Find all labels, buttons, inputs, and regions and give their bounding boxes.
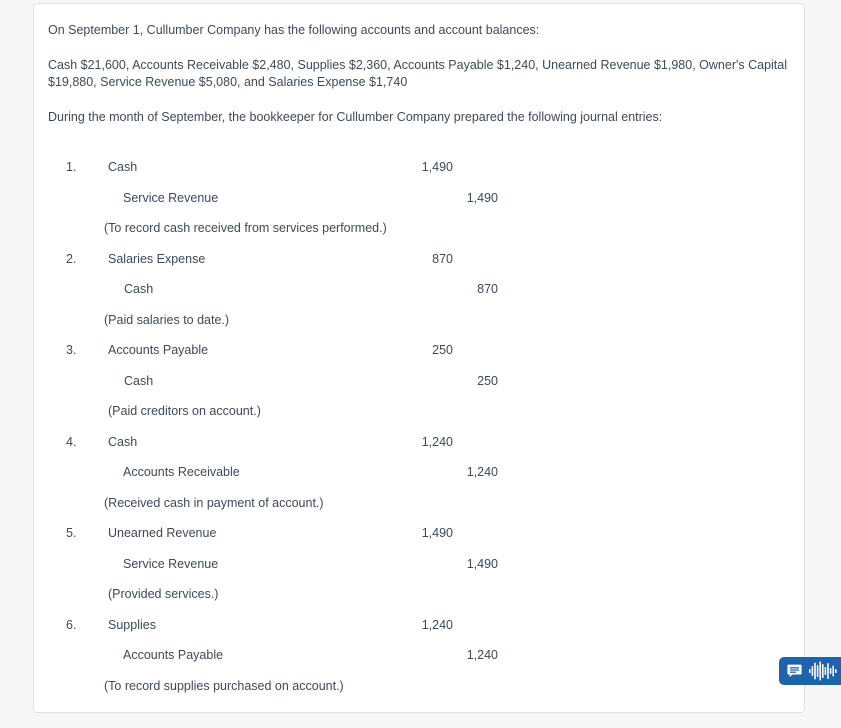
journal-entry-description-row: (Provided services.) <box>48 579 788 610</box>
journal-entry-credit-row: Service Revenue 1,490 <box>48 183 788 214</box>
journal-entry-description-row: (Paid creditors on account.) <box>48 396 788 427</box>
journal-entry-description-row: (To record cash received from services p… <box>48 213 788 244</box>
entry-description: (To record cash received from services p… <box>104 221 387 235</box>
journal-entry-description-row: (Paid salaries to date.) <box>48 305 788 336</box>
entry-description: (Paid creditors on account.) <box>108 404 261 418</box>
credit-account-name: Cash <box>124 373 154 388</box>
entry-number: 4. <box>66 434 77 449</box>
journal-entry-debit-row: 3. Accounts Payable 250 <box>48 335 788 366</box>
debit-amount: 870 <box>432 251 453 266</box>
journal-entry-description-row: (To record supplies purchased on account… <box>48 671 788 702</box>
journal-entry-credit-row: Cash 870 <box>48 274 788 305</box>
credit-amount: 870 <box>477 282 498 296</box>
debit-amount: 1,240 <box>421 434 453 449</box>
debit-amount: 1,490 <box>421 160 453 174</box>
account-balances-text: Cash $21,600, Accounts Receivable $2,480… <box>48 58 787 89</box>
debit-amount: 250 <box>432 343 453 357</box>
journal-entry-debit-row: 4. Cash 1,240 <box>48 427 788 458</box>
journal-entry-debit-row: 6. Supplies 1,240 <box>48 610 788 641</box>
journal-entry-4: 4. Cash 1,240 Accounts Receivable 1,240 … <box>48 427 788 519</box>
journal-entry-debit-row: 5. Unearned Revenue 1,490 <box>48 518 788 549</box>
journal-entry-credit-row: Accounts Payable 1,240 <box>48 640 788 671</box>
journal-entries-list: 1. Cash 1,490 Service Revenue 1,490 (To … <box>48 152 788 701</box>
credit-account-name: Accounts Payable <box>123 648 224 662</box>
credit-amount: 1,490 <box>466 190 498 205</box>
debit-account-name: Supplies <box>108 617 156 632</box>
journal-entry-debit-row: 1. Cash 1,490 <box>48 152 788 183</box>
credit-amount: 1,240 <box>466 465 498 479</box>
journal-entry-5: 5. Unearned Revenue 1,490 Service Revenu… <box>48 518 788 610</box>
journal-entry-1: 1. Cash 1,490 Service Revenue 1,490 (To … <box>48 152 788 244</box>
credit-amount: 250 <box>477 373 498 388</box>
journal-entry-credit-row: Service Revenue 1,490 <box>48 549 788 580</box>
question-panel: On September 1, Cullumber Company has th… <box>33 3 805 713</box>
question-content: On September 1, Cullumber Company has th… <box>34 4 804 701</box>
credit-amount: 1,490 <box>466 556 498 571</box>
journal-entry-3: 3. Accounts Payable 250 Cash 250 (Paid c… <box>48 335 788 427</box>
credit-account-name: Service Revenue <box>123 190 219 205</box>
credit-account-name: Cash <box>124 282 154 296</box>
debit-account-name: Cash <box>108 434 138 449</box>
journal-entry-6: 6. Supplies 1,240 Accounts Payable 1,240… <box>48 610 788 702</box>
audio-waveform-icon[interactable] <box>809 661 839 681</box>
entry-description: (Received cash in payment of account.) <box>104 495 324 510</box>
journal-entry-2: 2. Salaries Expense 870 Cash 870 (Paid s… <box>48 244 788 336</box>
entry-description: (Provided services.) <box>108 587 219 601</box>
credit-amount: 1,240 <box>466 648 498 662</box>
debit-account-name: Accounts Payable <box>108 343 209 357</box>
journal-entry-credit-row: Cash 250 <box>48 366 788 397</box>
journal-entry-credit-row: Accounts Receivable 1,240 <box>48 457 788 488</box>
journal-entry-debit-row: 2. Salaries Expense 870 <box>48 244 788 275</box>
entry-number: 3. <box>66 343 77 357</box>
assistant-chat-widget[interactable] <box>779 657 841 685</box>
credit-account-name: Service Revenue <box>123 556 219 571</box>
debit-account-name: Salaries Expense <box>108 251 206 266</box>
journal-entry-description-row: (Received cash in payment of account.) <box>48 488 788 519</box>
debit-account-name: Unearned Revenue <box>108 526 217 540</box>
question-intro-text: On September 1, Cullumber Company has th… <box>48 23 540 37</box>
entry-description: (To record supplies purchased on account… <box>104 678 344 693</box>
credit-account-name: Accounts Receivable <box>123 465 240 479</box>
entry-number: 1. <box>66 160 77 174</box>
entry-number: 2. <box>66 251 77 266</box>
entry-number: 5. <box>66 526 77 540</box>
chat-bubble-icon[interactable] <box>787 664 802 678</box>
journal-entries-prompt-text: During the month of September, the bookk… <box>48 110 663 124</box>
debit-account-name: Cash <box>108 160 138 174</box>
entry-description: (Paid salaries to date.) <box>104 312 230 327</box>
debit-amount: 1,490 <box>421 526 453 540</box>
entry-number: 6. <box>66 617 77 632</box>
debit-amount: 1,240 <box>421 617 453 632</box>
